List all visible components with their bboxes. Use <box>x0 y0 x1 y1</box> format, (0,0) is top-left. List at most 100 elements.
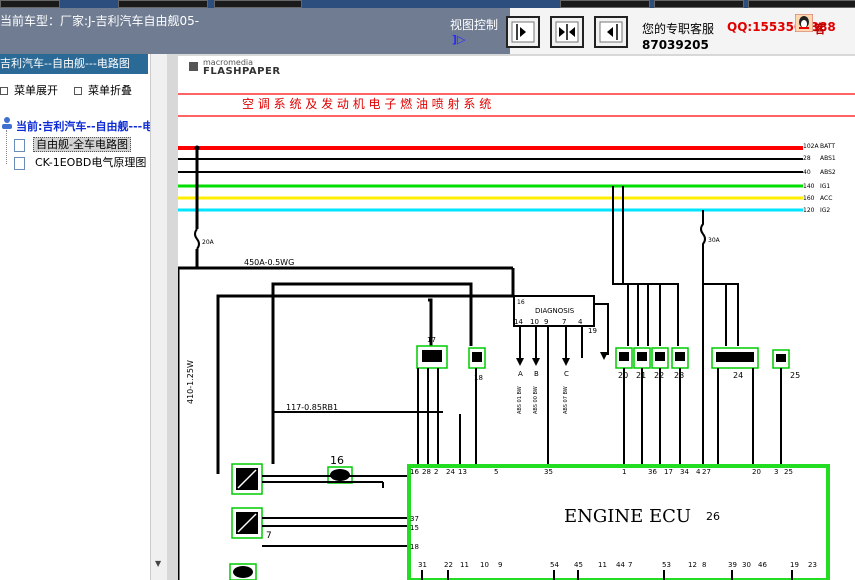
ecu-pin: 4 <box>696 468 701 476</box>
ecu-pin: 36 <box>648 468 657 476</box>
qq-penguin-icon[interactable] <box>795 14 813 32</box>
menu-expand-button[interactable]: 菜单展开 <box>0 82 58 98</box>
toolbar-tab[interactable] <box>118 0 208 8</box>
toolbar-tab[interactable] <box>654 0 744 8</box>
connector-body <box>233 566 253 578</box>
connector-body <box>776 354 786 362</box>
menu-collapse-button[interactable]: 菜单折叠 <box>74 82 132 98</box>
rail-label: BATT <box>820 143 835 150</box>
pin-label: 19 <box>588 327 597 335</box>
ecu-pin: 23 <box>808 561 817 569</box>
logo-bottom-text: FLASHPAPER <box>203 66 281 77</box>
ecu-pin: 18 <box>410 543 419 551</box>
connector-body <box>422 350 442 362</box>
connector-id: 17 <box>427 336 436 344</box>
toolbar-tab[interactable] <box>214 0 302 8</box>
rail-code: 160 <box>803 195 815 202</box>
menu-expand-label: 菜单展开 <box>14 84 58 97</box>
pin-label: 4 <box>578 318 583 326</box>
toolbar-tab[interactable] <box>560 0 650 8</box>
rail-code: 120 <box>803 207 815 214</box>
rail-label: ACC <box>820 195 832 202</box>
fit-both-icon <box>555 21 579 43</box>
ecu-pin: 8 <box>702 561 706 569</box>
ecu-pin: 5 <box>494 468 498 476</box>
sidebar-scrollbar[interactable]: ▼ <box>150 54 168 580</box>
arrow-left-icon <box>599 21 623 43</box>
ecu-pin: 44 <box>616 561 625 569</box>
ecu-pin: 31 <box>418 561 427 569</box>
wire <box>216 294 513 474</box>
wire-label: 117-0.85RB1 <box>286 403 338 412</box>
arrow-down-icon <box>516 358 524 366</box>
ground-icon <box>600 352 608 360</box>
rail-code: 140 <box>803 183 815 190</box>
document-icon <box>14 156 25 170</box>
fit-width-button[interactable] <box>506 16 540 48</box>
ecu-pin: 25 <box>784 468 793 476</box>
ecu-pin: 45 <box>574 561 583 569</box>
pin-label: 7 <box>562 318 566 326</box>
collapse-icon <box>74 87 82 95</box>
tree-item-full-circuit[interactable]: 自由舰-全车电路图 <box>14 136 131 152</box>
rail-label: ABS2 <box>820 169 836 176</box>
rail-label: IG1 <box>820 183 830 190</box>
view-control-label: 视图控制 <box>450 18 499 32</box>
tree-item-obd-schematic[interactable]: CK-1EOBD电气原理图 <box>14 154 148 170</box>
connector-id: 24 <box>733 371 743 380</box>
diagnosis-id: 16 <box>517 299 525 306</box>
fuse-left <box>194 228 200 250</box>
header-info-panel: 当前车型：厂家:J-吉利汽车自由舰05- 视图控制 ]▷ <box>0 8 510 54</box>
ecu-pin: 1 <box>622 468 626 476</box>
ecu-pin: 16 <box>410 468 419 476</box>
scroll-down-icon[interactable]: ▼ <box>155 559 161 568</box>
ecu-pin: 30 <box>742 561 751 569</box>
diag-wire-letter: A <box>518 370 523 378</box>
tree-root-node[interactable]: 当前:吉利汽车--自由舰---电路 <box>16 118 164 134</box>
fit-left-button[interactable] <box>594 16 628 48</box>
diag-wire-label: ABS 00 BW <box>533 386 539 414</box>
ecu-pin: 2 <box>434 468 438 476</box>
diagram-title: 空 调 系 统 及 发 动 机 电 子 燃 油 喷 射 系 统 <box>242 96 491 111</box>
fuse-right <box>700 210 706 284</box>
menu-collapse-label: 菜单折叠 <box>88 84 132 97</box>
toolbar-tab[interactable] <box>0 0 60 8</box>
tree-item-label: CK-1EOBD电气原理图 <box>35 156 147 169</box>
tree-item-label: 自由舰-全车电路图 <box>33 137 131 152</box>
support-label: 您的专职客服 <box>642 22 715 36</box>
arrow-right-icon <box>511 21 535 43</box>
diagnosis-label: DIAGNOSIS <box>535 307 575 315</box>
rail-code: 102A <box>803 143 819 150</box>
arrow-down-icon <box>562 358 570 366</box>
rail-code: 28 <box>803 155 811 162</box>
diag-wire-label: ABS 01 BW <box>517 386 523 414</box>
arrow-down-icon <box>532 358 540 366</box>
ecu-pin: 15 <box>410 524 419 532</box>
ecu-pin: 54 <box>550 561 559 569</box>
ecu-pin: 28 <box>422 468 431 476</box>
toolbar-tab[interactable] <box>748 0 855 8</box>
fit-page-button[interactable] <box>550 16 584 48</box>
diag-wire-letter: B <box>534 370 539 378</box>
wire-label: 450A-0.5WG <box>244 258 294 267</box>
ecu-pin: 13 <box>458 468 467 476</box>
ecu-pin: 9 <box>498 561 502 569</box>
kefu-label[interactable]: 客 <box>814 20 826 37</box>
ecu-pin: 19 <box>790 561 799 569</box>
connector-body <box>637 352 647 361</box>
injector-group <box>615 347 689 369</box>
ecu-pin: 11 <box>460 561 469 569</box>
rail-label: IG2 <box>820 207 830 214</box>
ecu-pin: 39 <box>728 561 737 569</box>
ecu-pin: 12 <box>688 561 697 569</box>
ecu-pin: 20 <box>752 468 761 476</box>
view-control-icon: ]▷ <box>452 33 466 46</box>
connector-body <box>675 352 685 361</box>
phone-number: 87039205 <box>642 38 709 52</box>
wiring-diagram: 空 调 系 统 及 发 动 机 电 子 燃 油 喷 射 系 统 102A BAT… <box>178 93 855 580</box>
rail-label: ABS1 <box>820 155 836 162</box>
sidebar: 吉利汽车--自由舰---电路图 菜单展开 菜单折叠 当前:吉利汽车--自由舰--… <box>0 54 164 580</box>
ecu-pin: 22 <box>444 561 453 569</box>
ecu-pin: 7 <box>628 561 632 569</box>
ecu-pin: 27 <box>702 468 711 476</box>
